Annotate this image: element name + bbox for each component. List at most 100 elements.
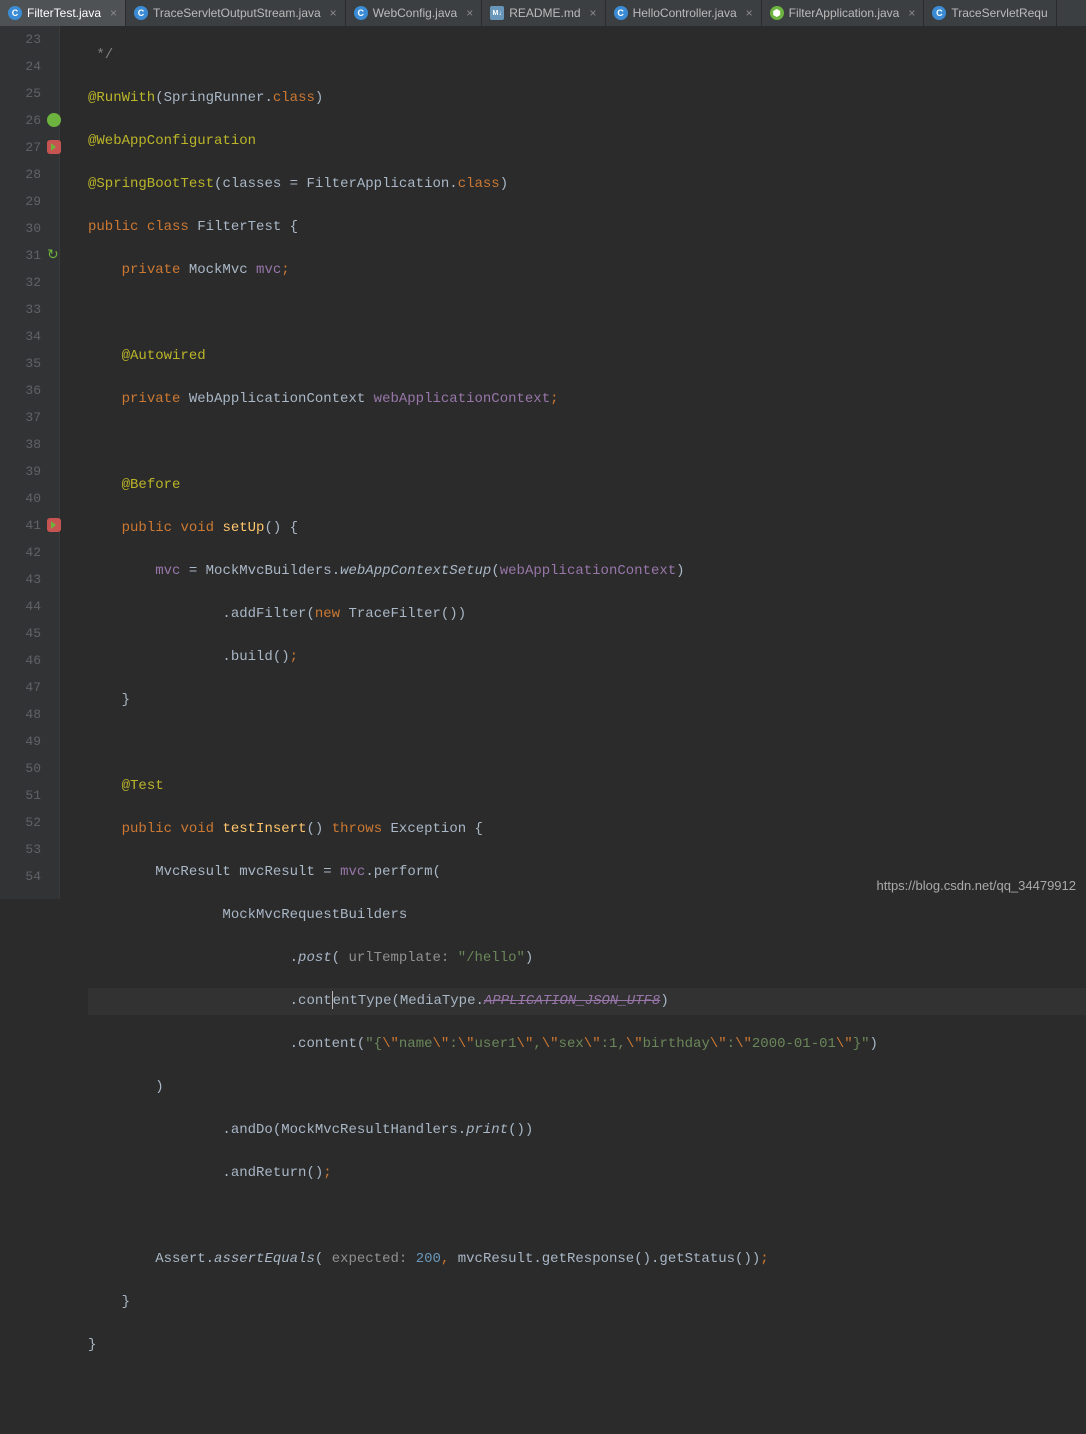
java-class-icon: C [932, 6, 946, 20]
tab-filtertest[interactable]: C FilterTest.java × [0, 0, 126, 26]
code-text: classes [222, 176, 281, 192]
line-number: 46 [0, 647, 41, 674]
code-text: mvcResult [239, 864, 315, 880]
line-number: 31 [0, 242, 41, 269]
line-number: 43 [0, 566, 41, 593]
code-text: FilterApplication [306, 176, 449, 192]
code-text: MockMvcRequestBuilders [222, 907, 407, 923]
code-text: MediaType [400, 993, 476, 1009]
code-text: mvc [155, 563, 180, 579]
bean-gutter-icon[interactable] [47, 248, 61, 262]
tab-label: FilterTest.java [27, 6, 101, 20]
code-text: print [466, 1122, 508, 1138]
code-text: @RunWith [88, 90, 155, 106]
code-text: @WebAppConfiguration [88, 133, 256, 149]
tab-label: README.md [509, 6, 580, 20]
line-number: 40 [0, 485, 41, 512]
code-text: class [458, 176, 500, 192]
tab-label: HelloController.java [633, 6, 737, 20]
code-text: private [122, 391, 181, 407]
line-number: 51 [0, 782, 41, 809]
editor-tabs: C FilterTest.java × C TraceServletOutput… [0, 0, 1086, 26]
code-text: */ [88, 47, 113, 63]
line-number: 36 [0, 377, 41, 404]
code-text: urlTemplate: [348, 950, 449, 966]
code-text: getResponse [542, 1251, 634, 1267]
markdown-icon: M↓ [490, 6, 504, 20]
tab-label: TraceServletOutputStream.java [153, 6, 321, 20]
java-class-icon: C [8, 6, 22, 20]
code-text: WebApplicationContext [189, 391, 365, 407]
tab-label: WebConfig.java [373, 6, 458, 20]
run-test-gutter-icon[interactable] [47, 518, 61, 532]
code-text: MockMvcResultHandlers [281, 1122, 457, 1138]
tab-hellocontroller[interactable]: C HelloController.java × [606, 0, 762, 26]
code-text: addFilter [231, 606, 307, 622]
line-number: 26 [0, 107, 41, 134]
code-text: getStatus [659, 1251, 735, 1267]
tab-webconfig[interactable]: C WebConfig.java × [346, 0, 483, 26]
line-number: 49 [0, 728, 41, 755]
code-text: andReturn [231, 1165, 307, 1181]
tab-label: TraceServletRequ [951, 6, 1047, 20]
line-number: 48 [0, 701, 41, 728]
code-text: "/hello" [458, 950, 525, 966]
line-number: 32 [0, 269, 41, 296]
code-editor[interactable]: 23 24 25 26 27 28 29 30 31 32 33 34 35 3… [0, 26, 1086, 899]
close-icon[interactable]: × [746, 6, 753, 20]
tab-traceservletrequest[interactable]: C TraceServletRequ [924, 0, 1056, 26]
code-text: APPLICATION_JSON_UTF8 [484, 993, 660, 1009]
code-text: andDo [231, 1122, 273, 1138]
tab-readme[interactable]: M↓ README.md × [482, 0, 605, 26]
code-text: webApplicationContext [374, 391, 550, 407]
code-text: public [122, 520, 172, 536]
code-text: mvc [256, 262, 281, 278]
run-test-gutter-icon[interactable] [47, 140, 61, 154]
code-text: throws [332, 821, 382, 837]
close-icon[interactable]: × [330, 6, 337, 20]
close-icon[interactable]: × [110, 6, 117, 20]
tab-traceservletoutputstream[interactable]: C TraceServletOutputStream.java × [126, 0, 346, 26]
code-text: mvcResult [458, 1251, 534, 1267]
code-text: void [180, 821, 214, 837]
line-number: 23 [0, 26, 41, 53]
line-number: 28 [0, 161, 41, 188]
line-number: 47 [0, 674, 41, 701]
line-number: 29 [0, 188, 41, 215]
line-number: 37 [0, 404, 41, 431]
code-text: MockMvc [189, 262, 248, 278]
code-text: TraceFilter [348, 606, 440, 622]
spring-gutter-icon[interactable] [47, 113, 61, 127]
line-number: 39 [0, 458, 41, 485]
line-number: 33 [0, 296, 41, 323]
code-text: MockMvcBuilders [206, 563, 332, 579]
code-text: @Test [122, 778, 164, 794]
code-text: public [122, 821, 172, 837]
line-number: 35 [0, 350, 41, 377]
tab-filterapplication[interactable]: ⬢ FilterApplication.java × [762, 0, 925, 26]
java-class-icon: C [614, 6, 628, 20]
code-text: public [88, 219, 138, 235]
code-text: setUp [222, 520, 264, 536]
line-number: 53 [0, 836, 41, 863]
code-text: class [273, 90, 315, 106]
code-text: assertEquals [214, 1251, 315, 1267]
code-text: webApplicationContext [500, 563, 676, 579]
close-icon[interactable]: × [466, 6, 473, 20]
code-text: content [298, 1036, 357, 1052]
close-icon[interactable]: × [908, 6, 915, 20]
code-text: mvc [340, 864, 365, 880]
code-text: class [147, 219, 189, 235]
line-number: 45 [0, 620, 41, 647]
line-number: 38 [0, 431, 41, 458]
code-area[interactable]: */ @RunWith(SpringRunner.class) @WebAppC… [60, 26, 1086, 899]
code-text: new [315, 606, 340, 622]
code-text: @Before [122, 477, 181, 493]
line-number: 30 [0, 215, 41, 242]
code-text: expected: [332, 1251, 408, 1267]
line-number: 27 [0, 134, 41, 161]
close-icon[interactable]: × [590, 6, 597, 20]
code-text: @Autowired [122, 348, 206, 364]
line-number: 44 [0, 593, 41, 620]
code-text: MvcResult [155, 864, 231, 880]
